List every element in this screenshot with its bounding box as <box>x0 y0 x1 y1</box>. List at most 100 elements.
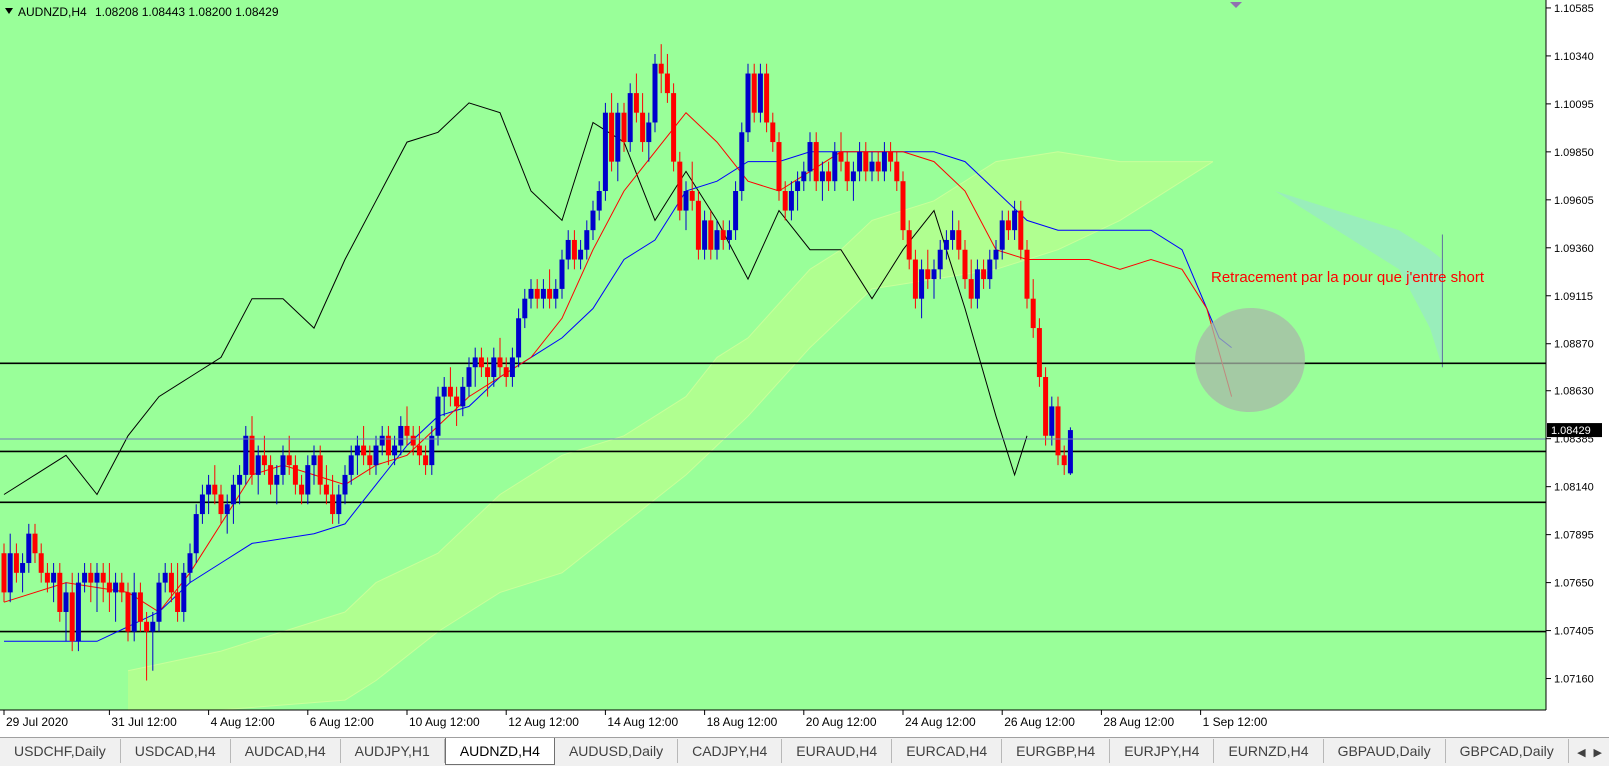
price-tick-label: 1.07650 <box>1554 578 1594 590</box>
candle-body <box>751 73 757 113</box>
candle-body <box>392 445 398 456</box>
candle-body <box>460 386 466 407</box>
tab-gbpaud-daily[interactable]: GBPAUD,Daily <box>1324 739 1446 763</box>
time-tick-label: 20 Aug 12:00 <box>806 715 877 729</box>
candle-body <box>590 210 596 231</box>
time-tick-label: 24 Aug 12:00 <box>905 715 976 729</box>
candle-body <box>131 592 137 632</box>
price-tick-label: 1.07895 <box>1554 530 1594 542</box>
tab-gbpcad-daily[interactable]: GBPCAD,Daily <box>1446 739 1569 763</box>
price-tick-label: 1.08140 <box>1554 482 1594 494</box>
candle-body <box>578 249 584 260</box>
price-tick-label: 1.09115 <box>1554 291 1593 303</box>
candle-body <box>559 259 565 289</box>
candle-body <box>1049 406 1055 436</box>
candle-body <box>640 112 646 143</box>
arrow-right-icon[interactable]: ▶ <box>1591 746 1605 759</box>
candle-body <box>547 288 553 299</box>
candle-body <box>367 455 373 466</box>
candle-body <box>981 269 987 280</box>
candle-body <box>875 161 881 172</box>
price-tick-label: 1.07405 <box>1554 626 1594 638</box>
candle-body <box>627 93 633 143</box>
candle-body <box>361 445 367 456</box>
retracement-annotation[interactable]: Retracement par la pour que j'entre shor… <box>1211 269 1485 286</box>
candle-body <box>423 455 429 466</box>
candle-body <box>571 239 577 260</box>
candle-body <box>838 151 844 162</box>
bear-candle <box>1024 239 1030 309</box>
candle-body <box>757 73 763 113</box>
bull-candle <box>627 83 633 152</box>
candle-body <box>943 239 949 250</box>
candle-body <box>658 63 664 74</box>
candle-body <box>987 259 993 280</box>
candle-body <box>633 93 639 113</box>
tab-audjpy-h1[interactable]: AUDJPY,H1 <box>341 739 445 763</box>
current-price-label: 1.08429 <box>1551 425 1591 437</box>
candle-body <box>522 298 528 319</box>
tab-eurjpy-h4[interactable]: EURJPY,H4 <box>1110 739 1215 763</box>
candle-body <box>69 592 75 642</box>
candle-body <box>826 171 832 182</box>
candle-body <box>1067 430 1073 474</box>
time-tick-label: 29 Jul 2020 <box>6 715 68 729</box>
bear-candle <box>1055 396 1061 466</box>
candle-body <box>82 572 88 583</box>
tab-eurnzd-h4[interactable]: EURNZD,H4 <box>1214 739 1324 763</box>
candle-body <box>695 200 701 250</box>
candle-body <box>999 220 1005 250</box>
chart-symbol: AUDNZD,H4 <box>18 5 87 19</box>
candle-body <box>193 514 199 554</box>
tab-cadjpy-h4[interactable]: CADJPY,H4 <box>678 739 783 763</box>
candle-body <box>925 269 931 280</box>
candle-body <box>534 288 540 299</box>
candle-body <box>813 142 819 182</box>
candle-body <box>7 553 13 593</box>
candle-body <box>441 386 447 397</box>
candle-body <box>268 465 274 485</box>
price-chart[interactable]: 1.10585 1.10340 1.10095 1.09850 1.09605 1.093… <box>0 0 1609 765</box>
arrow-left-icon[interactable]: ◀ <box>1574 746 1588 759</box>
candle-body <box>733 191 739 231</box>
candle-body <box>44 572 50 583</box>
candle-body <box>199 494 205 515</box>
candle-body <box>863 151 869 172</box>
time-tick-label: 26 Aug 12:00 <box>1004 715 1075 729</box>
candle-body <box>311 455 317 466</box>
candle-body <box>51 572 57 583</box>
candle-body <box>900 181 906 231</box>
candle-body <box>770 122 776 143</box>
candle-body <box>354 445 360 456</box>
candle-body <box>1030 298 1036 329</box>
candle-body <box>888 151 894 162</box>
chart-ohlc: 1.08208 1.08443 1.08200 1.08429 <box>95 5 279 19</box>
candle-body <box>652 63 658 123</box>
bear-candle <box>1036 318 1042 387</box>
price-tick-label: 1.09360 <box>1554 243 1594 255</box>
tab-euraud-h4[interactable]: EURAUD,H4 <box>782 739 893 763</box>
time-tick-label: 10 Aug 12:00 <box>409 715 480 729</box>
tab-audnzd-h4[interactable]: AUDNZD,H4 <box>444 738 555 765</box>
tab-usdcad-h4[interactable]: USDCAD,H4 <box>121 739 231 763</box>
price-tick-label: 1.10585 <box>1554 3 1594 15</box>
price-tick-label: 1.09605 <box>1554 195 1594 207</box>
candle-body <box>435 396 441 436</box>
tab-usdchf-daily[interactable]: USDCHF,Daily <box>0 739 121 763</box>
tab-audcad-h4[interactable]: AUDCAD,H4 <box>231 739 341 763</box>
candle-body <box>323 484 329 495</box>
candle-body <box>125 592 131 632</box>
candle-body <box>993 249 999 260</box>
candle-body <box>187 553 193 573</box>
candle-body <box>1005 220 1011 231</box>
candle-body <box>162 572 168 583</box>
price-tick-label: 1.10095 <box>1554 99 1594 111</box>
candle-body <box>292 465 298 485</box>
tab-eurcad-h4[interactable]: EURCAD,H4 <box>892 739 1003 763</box>
candle-body <box>1 553 7 593</box>
candle-body <box>596 191 602 211</box>
tab-audusd-daily[interactable]: AUDUSD,Daily <box>555 739 679 763</box>
tab-eurgbp-h4[interactable]: EURGBP,H4 <box>1002 739 1111 763</box>
candle-body <box>255 455 261 475</box>
candle-body <box>237 474 243 485</box>
